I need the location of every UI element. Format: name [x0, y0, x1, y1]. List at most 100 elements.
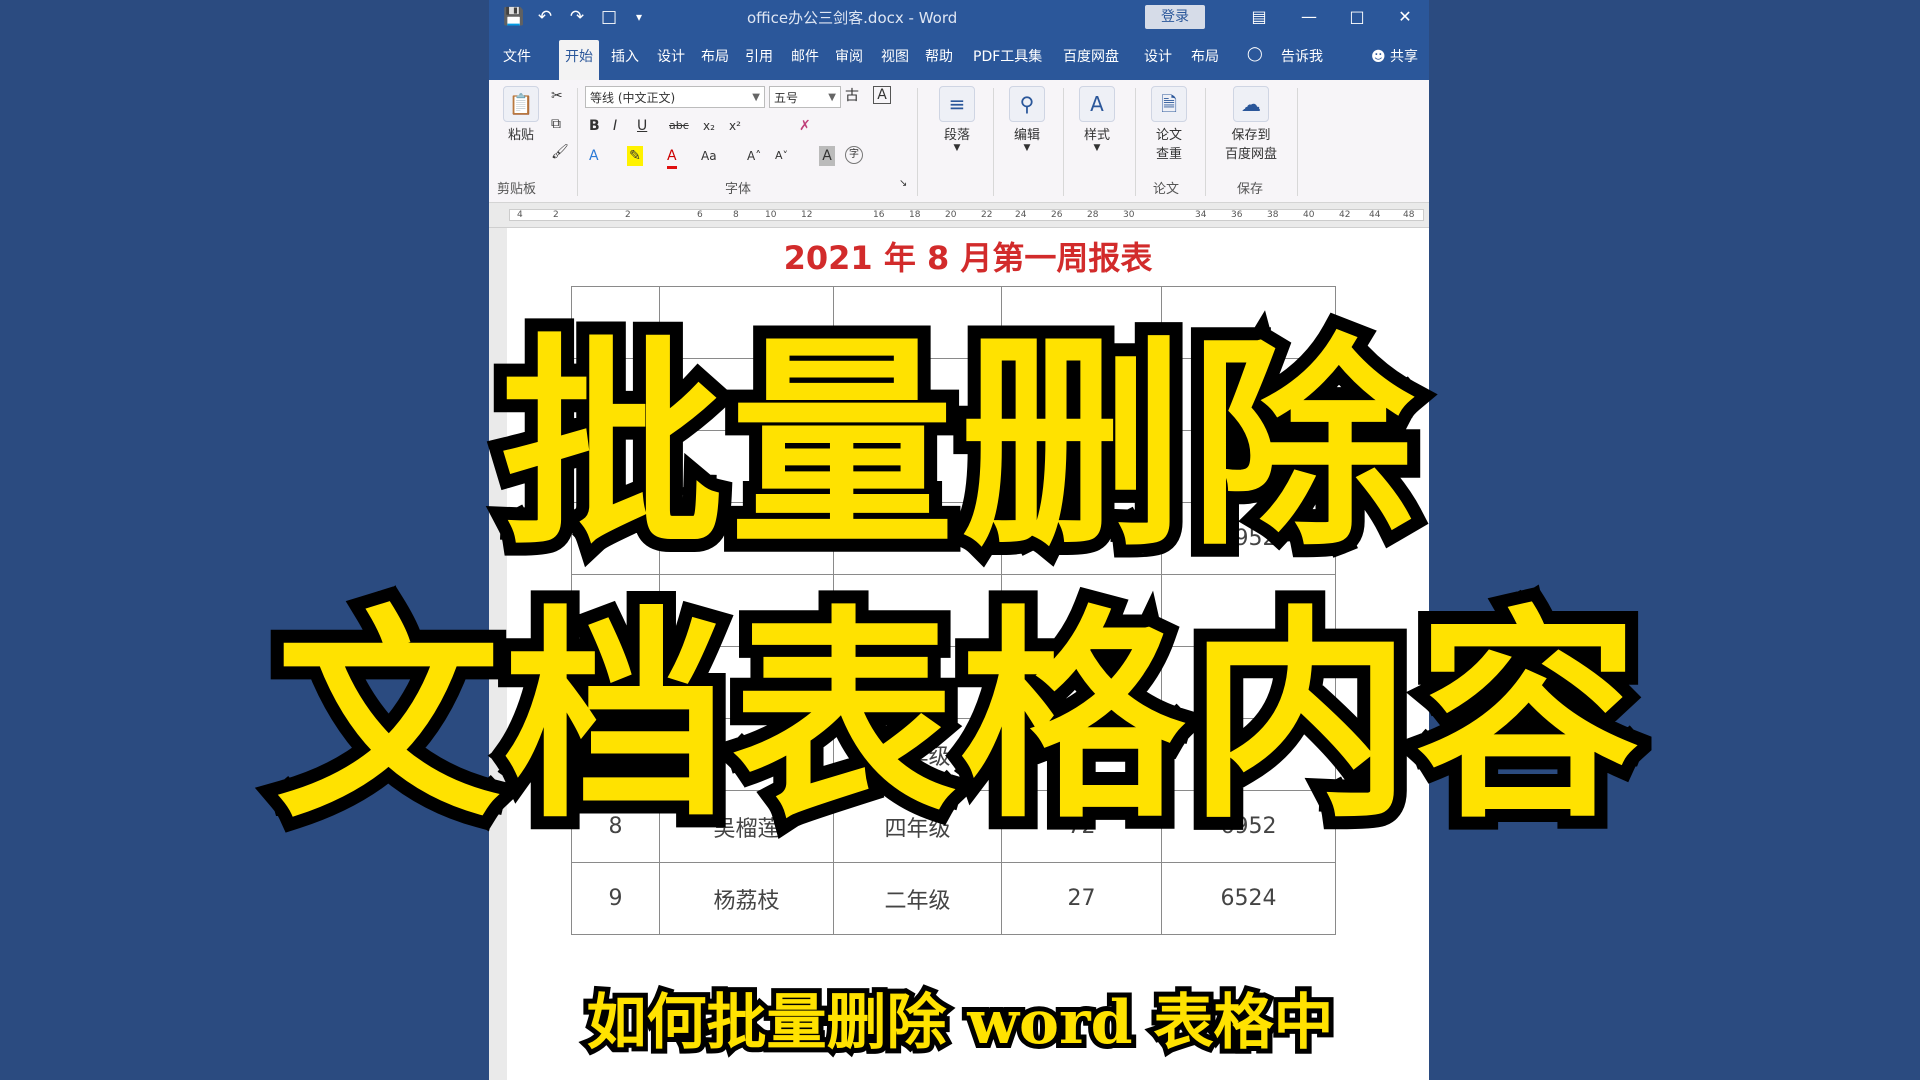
table-cell[interactable]: 27 — [1001, 862, 1162, 935]
redo-icon[interactable]: ↷ — [567, 7, 587, 27]
tab-design[interactable]: 设计 — [657, 46, 685, 66]
close-icon[interactable]: ✕ — [1393, 5, 1417, 29]
tab-review[interactable]: 审阅 — [835, 46, 863, 66]
highlight-icon[interactable]: ✎ — [627, 146, 643, 166]
tab-table-layout[interactable]: 布局 — [1191, 46, 1219, 66]
font-name-select[interactable]: 等线 (中文正文) ▼ — [585, 86, 765, 108]
ruler-tick: 6 — [697, 210, 703, 220]
paste-button[interactable]: 📋 粘贴 — [497, 86, 545, 143]
login-button[interactable]: 登录 — [1145, 5, 1205, 29]
character-shading-icon[interactable]: A — [819, 146, 835, 166]
horizontal-ruler[interactable]: 4 2 2 6 8 10 12 16 18 20 22 24 26 28 30 … — [489, 203, 1429, 228]
overlay-title-line2: 文档表格内容 — [263, 574, 1653, 861]
save-to-line2: 百度网盘 — [1224, 147, 1277, 162]
tab-help[interactable]: 帮助 — [925, 46, 953, 66]
text-effects-icon[interactable]: A — [589, 146, 599, 166]
phonetic-guide-icon[interactable]: 古 — [845, 86, 859, 106]
ruler-track — [509, 209, 1424, 221]
ruler-tick: 8 — [733, 210, 739, 220]
tab-layout[interactable]: 布局 — [701, 46, 729, 66]
ruler-tick: 38 — [1267, 210, 1279, 220]
paste-label: 粘贴 — [507, 128, 534, 143]
clipboard-icon: 📋 — [503, 86, 539, 122]
styles-button[interactable]: A 样式 ▼ — [1069, 86, 1125, 153]
tab-mailings[interactable]: 邮件 — [791, 46, 819, 66]
font-color-icon[interactable]: A — [667, 146, 677, 169]
tell-me-search[interactable]: 告诉我 — [1281, 46, 1323, 66]
tab-file[interactable]: 文件 — [503, 46, 531, 66]
ruler-tick: 36 — [1231, 210, 1243, 220]
copy-icon[interactable]: ⧉ — [551, 114, 561, 134]
paragraph-label: 段落 — [943, 128, 970, 143]
enclose-characters-icon[interactable]: 字 — [845, 146, 863, 164]
group-divider — [1297, 88, 1298, 196]
font-group-label: 字体 — [725, 182, 752, 197]
tab-view[interactable]: 视图 — [881, 46, 909, 66]
superscript-button[interactable]: x² — [729, 116, 741, 136]
character-border-icon[interactable]: A — [873, 86, 891, 104]
ruler-tick: 10 — [765, 210, 777, 220]
tab-table-design[interactable]: 设计 — [1144, 46, 1172, 66]
save-group-label: 保存 — [1237, 182, 1264, 197]
grow-font-button[interactable]: A˄ — [747, 146, 761, 166]
video-subtitle: 如何批量删除 word 表格中 — [581, 983, 1338, 1063]
ruler-tick: 2 — [553, 210, 559, 220]
customize-quick-access-icon[interactable]: ▾ — [629, 7, 649, 27]
ruler-tick: 18 — [909, 210, 921, 220]
tab-pdf-tools[interactable]: PDF工具集 — [973, 46, 1042, 66]
ruler-tick: 48 — [1403, 210, 1415, 220]
search-icon: ⚲ — [1009, 86, 1045, 122]
minimize-icon[interactable]: — — [1297, 5, 1321, 29]
share-button[interactable]: ☻ 共享 — [1371, 46, 1418, 66]
undo-icon[interactable]: ↶ — [535, 7, 555, 27]
thesis-check-button[interactable]: 🗎 论文 查重 — [1141, 86, 1197, 162]
chevron-down-icon: ▼ — [1023, 143, 1031, 153]
change-case-button[interactable]: Aa — [701, 146, 717, 166]
chevron-down-icon: ▼ — [752, 92, 760, 103]
subscript-button[interactable]: x₂ — [703, 116, 715, 136]
font-size-select[interactable]: 五号 ▼ — [769, 86, 841, 108]
lightbulb-icon[interactable]: ◯ — [1247, 46, 1263, 62]
save-icon[interactable]: 💾 — [503, 7, 524, 27]
bold-button[interactable]: B — [589, 116, 600, 136]
underline-button[interactable]: U — [637, 116, 647, 136]
document-search-icon: 🗎 — [1151, 86, 1187, 122]
tab-baidu-netdisk[interactable]: 百度网盘 — [1063, 46, 1119, 66]
strikethrough-button[interactable]: abc — [669, 116, 689, 136]
editing-label: 编辑 — [1013, 128, 1040, 143]
cloud-icon: ☁ — [1233, 86, 1269, 122]
italic-button[interactable]: I — [613, 116, 617, 136]
share-label: 共享 — [1390, 49, 1419, 65]
format-painter-icon[interactable]: 🖌 — [551, 142, 569, 162]
maximize-icon[interactable]: □ — [1345, 5, 1369, 29]
paragraph-button[interactable]: ≡ 段落 ▼ — [929, 86, 985, 153]
document-title: office办公三剑客.docx - Word — [747, 9, 958, 27]
ruler-tick: 16 — [873, 210, 885, 220]
save-to-baidu-button[interactable]: ☁ 保存到 百度网盘 — [1213, 86, 1289, 162]
shrink-font-button[interactable]: A˅ — [775, 146, 788, 166]
ruler-tick: 30 — [1123, 210, 1135, 220]
tab-insert[interactable]: 插入 — [611, 46, 639, 66]
clear-formatting-icon[interactable]: ✗ — [799, 116, 811, 136]
ribbon-display-options-icon[interactable]: ▤ — [1247, 5, 1271, 29]
cut-icon[interactable]: ✂ — [551, 86, 563, 106]
tab-home[interactable]: 开始 — [559, 40, 599, 80]
styles-label: 样式 — [1083, 128, 1110, 143]
touch-mode-icon[interactable]: □ — [599, 7, 619, 27]
thesis-check-line2: 查重 — [1155, 147, 1182, 162]
group-divider — [577, 88, 578, 196]
font-size-value: 五号 — [774, 91, 799, 105]
table-cell[interactable]: 二年级 — [833, 862, 1002, 935]
dialog-launcher-icon[interactable]: ↘ — [899, 174, 907, 194]
table-cell[interactable]: 6524 — [1161, 862, 1336, 935]
tab-references[interactable]: 引用 — [745, 46, 773, 66]
chevron-down-icon: ▼ — [828, 92, 836, 103]
save-to-line1: 保存到 — [1231, 128, 1271, 143]
table-row[interactable]: 9 杨荔枝 二年级 27 6524 — [571, 862, 1336, 935]
ruler-tick: 34 — [1195, 210, 1207, 220]
editing-button[interactable]: ⚲ 编辑 ▼ — [999, 86, 1055, 153]
title-bar: 💾 ↶ ↷ □ ▾ office办公三剑客.docx - Word 登录 ▤ —… — [489, 0, 1429, 34]
table-cell[interactable]: 9 — [571, 862, 660, 935]
table-cell[interactable]: 杨荔枝 — [659, 862, 834, 935]
clipboard-group-label: 剪贴板 — [497, 182, 537, 197]
